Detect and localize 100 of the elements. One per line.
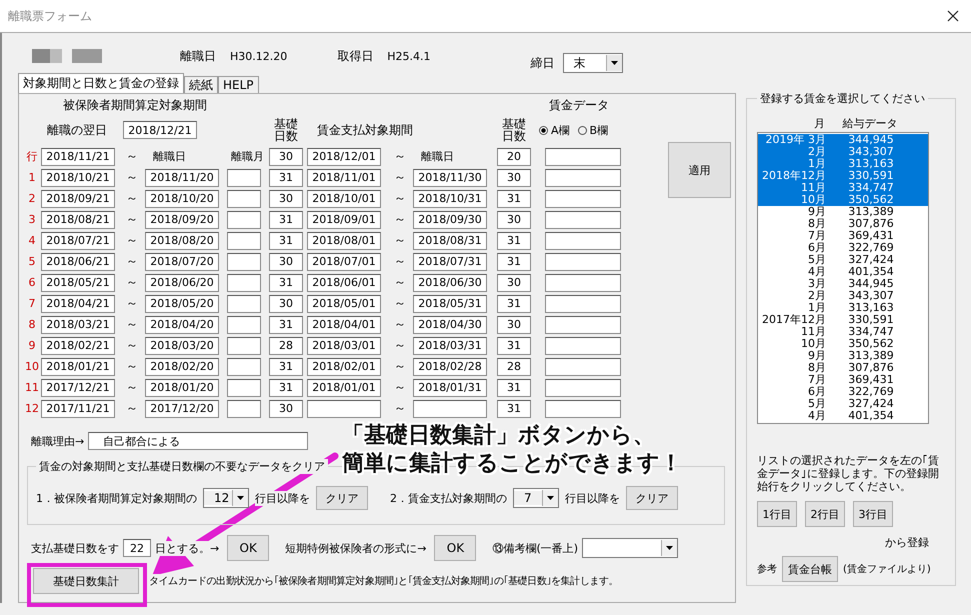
input-field[interactable]: 2018/03/01 [307, 336, 381, 354]
input-field[interactable]: 2018/06/01 [307, 274, 381, 292]
input-field[interactable]: 2017/11/21 [41, 400, 115, 418]
input-field[interactable]: 2018/12/01 [307, 148, 381, 166]
clear-button[interactable]: クリア [316, 486, 368, 510]
input-field[interactable]: 2018/06/20 [145, 274, 219, 292]
input-field[interactable]: 30 [269, 400, 303, 418]
input-field[interactable]: 30 [269, 190, 303, 208]
list-item[interactable]: 7月 369,431 [758, 230, 928, 242]
ok-button[interactable]: OK [434, 535, 476, 561]
input-field[interactable]: 31 [497, 336, 531, 354]
list-item[interactable]: 2017年12月 330,591 [758, 314, 928, 326]
input-field[interactable]: 2018/02/01 [307, 358, 381, 376]
input-field[interactable]: 2018/07/21 [41, 232, 115, 250]
closing-day-dropdown[interactable]: 末 [562, 53, 623, 73]
wage-listbox[interactable] [757, 132, 929, 424]
input-field[interactable]: 28 [497, 358, 531, 376]
input-field[interactable] [545, 294, 621, 312]
input-field[interactable] [545, 316, 621, 334]
input-field[interactable]: 30 [497, 316, 531, 334]
remarks-dropdown[interactable] [582, 538, 678, 558]
input-field[interactable]: 20 [497, 148, 531, 166]
list-item[interactable]: 10月 350,562 [758, 338, 928, 350]
input-field[interactable]: 2018/11/30 [413, 168, 487, 186]
input-field[interactable]: 2018/09/01 [307, 210, 381, 228]
input-field[interactable] [545, 400, 621, 418]
input-field[interactable]: 2018/06/30 [413, 274, 487, 292]
input-field[interactable]: 31 [269, 274, 303, 292]
input-field[interactable]: 2018/05/31 [413, 294, 487, 312]
input-field[interactable] [545, 274, 621, 292]
input-field[interactable]: 2018/06/21 [41, 252, 115, 270]
input-field[interactable]: 2017/12/21 [41, 378, 115, 396]
input-field[interactable]: 30 [497, 210, 531, 228]
input-field[interactable]: 2018/12/21 [123, 121, 197, 139]
apply-button[interactable]: 適用 [668, 142, 731, 198]
input-field[interactable]: 2018/02/20 [145, 358, 219, 376]
input-field[interactable]: 2018/08/31 [413, 232, 487, 250]
list-item[interactable]: 6月 322,769 [758, 242, 928, 254]
input-field[interactable]: 30 [269, 294, 303, 312]
input-field[interactable]: 30 [497, 168, 531, 186]
input-field[interactable]: 2017/12/20 [145, 400, 219, 418]
start-row-button[interactable]: 1行目 [757, 501, 797, 527]
input-field[interactable] [413, 400, 487, 418]
input-field[interactable]: 30 [497, 274, 531, 292]
input-field[interactable]: 2018/09/30 [413, 210, 487, 228]
input-field[interactable] [227, 336, 261, 354]
input-field[interactable] [227, 294, 261, 312]
list-item[interactable]: 11月 334,747 [758, 326, 928, 338]
input-field[interactable] [227, 168, 261, 186]
list-item[interactable]: 10月 350,562 [758, 194, 928, 206]
input-field[interactable]: 31 [497, 294, 531, 312]
radio-button[interactable]: A欄 [539, 122, 570, 138]
input-field[interactable]: 2018/01/01 [307, 378, 381, 396]
input-field[interactable] [227, 378, 261, 396]
input-field[interactable]: 2018/09/21 [41, 190, 115, 208]
input-field[interactable]: 2018/04/21 [41, 294, 115, 312]
input-field[interactable] [227, 190, 261, 208]
input-field[interactable] [545, 378, 621, 396]
row-dropdown[interactable]: 12 [203, 488, 249, 508]
input-field[interactable]: 22 [123, 539, 151, 557]
list-item[interactable]: 9月 313,389 [758, 350, 928, 362]
input-field[interactable] [227, 210, 261, 228]
input-field[interactable]: 31 [497, 190, 531, 208]
input-field[interactable]: 2018/11/21 [41, 148, 115, 166]
radio-button[interactable]: B欄 [578, 122, 608, 138]
ok-button[interactable]: OK [227, 535, 270, 561]
tab[interactable]: 対象期間と日数と賃金の登録 [18, 73, 184, 93]
tally-button[interactable]: 基礎日数集計 [33, 568, 139, 594]
list-item[interactable]: 4月 401,354 [758, 266, 928, 278]
input-field[interactable] [227, 400, 261, 418]
list-item[interactable]: 5月 327,424 [758, 398, 928, 410]
row-dropdown[interactable]: 7 [513, 488, 559, 508]
input-field[interactable]: 2018/05/21 [41, 274, 115, 292]
list-item[interactable]: 2月 343,307 [758, 146, 928, 158]
reason-field[interactable]: 自己都合による [88, 432, 308, 450]
ledger-button[interactable]: 賃金台帳 [782, 556, 838, 582]
input-field[interactable] [227, 316, 261, 334]
input-field[interactable]: 2018/02/21 [41, 336, 115, 354]
input-field[interactable] [545, 358, 621, 376]
clear-button[interactable]: クリア [626, 486, 678, 510]
list-item[interactable]: 9月 313,389 [758, 206, 928, 218]
input-field[interactable] [545, 168, 621, 186]
list-item[interactable]: 8月 307,876 [758, 362, 928, 374]
input-field[interactable] [545, 336, 621, 354]
input-field[interactable] [227, 358, 261, 376]
input-field[interactable]: 2018/07/31 [413, 252, 487, 270]
list-item[interactable]: 6月 322,769 [758, 386, 928, 398]
input-field[interactable]: 30 [269, 252, 303, 270]
tab[interactable]: 続紙 [184, 76, 218, 93]
start-row-button[interactable]: 2行目 [805, 501, 845, 527]
input-field[interactable] [227, 252, 261, 270]
input-field[interactable]: 2018/05/20 [145, 294, 219, 312]
input-field[interactable]: 2018/08/01 [307, 232, 381, 250]
input-field[interactable]: 31 [497, 252, 531, 270]
list-item[interactable]: 1月 313,163 [758, 158, 928, 170]
input-field[interactable]: 2018/08/20 [145, 232, 219, 250]
list-item[interactable]: 7月 369,431 [758, 374, 928, 386]
input-field[interactable]: 31 [497, 378, 531, 396]
input-field[interactable]: 31 [269, 358, 303, 376]
input-field[interactable]: 2018/01/20 [145, 378, 219, 396]
